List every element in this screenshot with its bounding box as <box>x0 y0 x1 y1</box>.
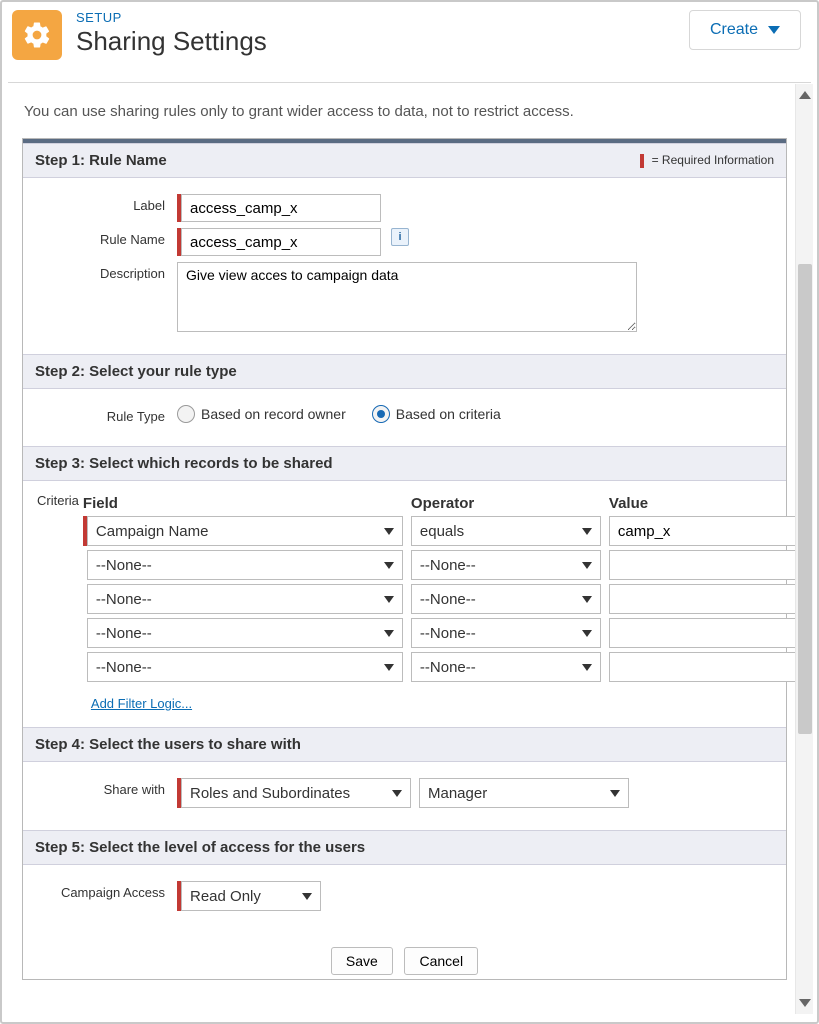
label-input[interactable] <box>181 194 381 222</box>
chevron-down-icon <box>582 596 592 603</box>
operator-select[interactable]: --None-- <box>411 584 601 614</box>
criteria-label: Criteria <box>37 491 79 711</box>
chevron-down-icon <box>302 893 312 900</box>
save-button[interactable]: Save <box>331 947 393 975</box>
step5-body: Campaign Access Read Only <box>23 865 786 933</box>
ruletype-label: Rule Type <box>37 405 177 424</box>
criteria-row: --None-- --None-- <box>83 550 811 580</box>
operator-select[interactable]: --None-- <box>411 652 601 682</box>
chevron-down-icon <box>384 630 394 637</box>
chevron-down-icon <box>384 664 394 671</box>
content-area: You can use sharing rules only to grant … <box>8 82 811 1016</box>
access-label: Campaign Access <box>37 881 177 901</box>
required-note: = Required Information <box>640 153 774 168</box>
step4-body: Share with Roles and Subordinates Manage… <box>23 762 786 830</box>
vertical-scrollbar[interactable] <box>795 84 813 1014</box>
rulename-label: Rule Name <box>37 228 177 247</box>
step2-title: Step 2: Select your rule type <box>35 363 237 380</box>
step3-body: Criteria Field Operator Value Campaign N… <box>23 481 786 727</box>
share-type-select[interactable]: Roles and Subordinates <box>181 778 411 808</box>
operator-select[interactable]: --None-- <box>411 618 601 648</box>
chevron-down-icon <box>582 528 592 535</box>
create-button-label: Create <box>710 21 758 39</box>
value-input[interactable] <box>609 550 811 580</box>
value-input[interactable] <box>609 652 811 682</box>
intro-text: You can use sharing rules only to grant … <box>24 103 785 120</box>
criteria-head: Field Operator Value <box>83 495 811 512</box>
chevron-down-icon <box>582 630 592 637</box>
field-select[interactable]: Campaign Name <box>87 516 403 546</box>
rulename-input[interactable] <box>181 228 381 256</box>
step1-header: Step 1: Rule Name = Required Information <box>23 143 786 178</box>
criteria-row: --None-- --None-- <box>83 652 811 682</box>
criteria-row: --None-- --None-- <box>83 618 811 648</box>
field-select[interactable]: --None-- <box>87 618 403 648</box>
step3-title: Step 3: Select which records to be share… <box>35 455 333 472</box>
criteria-table: Field Operator Value Campaign Name equal… <box>83 495 811 711</box>
app-frame: SETUP Sharing Settings Create You can us… <box>0 0 819 1024</box>
radio-owner[interactable]: Based on record owner <box>177 405 346 423</box>
description-label: Description <box>37 262 177 281</box>
chevron-down-icon <box>392 790 402 797</box>
radio-icon <box>177 405 195 423</box>
field-select[interactable]: --None-- <box>87 550 403 580</box>
ruletype-radio-group: Based on record owner Based on criteria <box>177 405 501 423</box>
col-field: Field <box>83 495 403 512</box>
value-input[interactable] <box>609 618 811 648</box>
create-button[interactable]: Create <box>689 10 801 50</box>
add-filter-link[interactable]: Add Filter Logic... <box>91 696 192 711</box>
required-bar-icon <box>640 154 644 168</box>
chevron-down-icon <box>384 562 394 569</box>
step5-header: Step 5: Select the level of access for t… <box>23 830 786 865</box>
header-titles: SETUP Sharing Settings <box>76 10 689 56</box>
step4-header: Step 4: Select the users to share with <box>23 727 786 762</box>
col-value: Value <box>609 495 811 512</box>
gear-icon <box>12 10 62 60</box>
chevron-down-icon <box>384 528 394 535</box>
scroll-down-icon[interactable] <box>796 992 814 1014</box>
step4-title: Step 4: Select the users to share with <box>35 736 301 753</box>
scroll-up-icon[interactable] <box>796 84 814 106</box>
value-input[interactable] <box>609 516 811 546</box>
criteria-row: --None-- --None-- <box>83 584 811 614</box>
page-header: SETUP Sharing Settings Create <box>8 8 811 76</box>
chevron-down-icon <box>582 562 592 569</box>
step1-title: Step 1: Rule Name <box>35 152 167 169</box>
operator-select[interactable]: equals <box>411 516 601 546</box>
criteria-row: Campaign Name equals <box>83 516 811 546</box>
sharewith-label: Share with <box>37 778 177 797</box>
cancel-button[interactable]: Cancel <box>404 947 478 975</box>
chevron-down-icon <box>768 26 780 34</box>
step3-header: Step 3: Select which records to be share… <box>23 446 786 481</box>
button-row: Save Cancel <box>23 933 786 979</box>
description-input[interactable] <box>177 262 637 332</box>
chevron-down-icon <box>610 790 620 797</box>
value-input[interactable] <box>609 584 811 614</box>
col-operator: Operator <box>411 495 601 512</box>
radio-criteria[interactable]: Based on criteria <box>372 405 501 423</box>
rule-panel: Step 1: Rule Name = Required Information… <box>22 138 787 980</box>
step2-header: Step 2: Select your rule type <box>23 354 786 389</box>
info-icon[interactable]: i <box>391 228 409 246</box>
scrollbar-thumb[interactable] <box>798 264 812 734</box>
step5-title: Step 5: Select the level of access for t… <box>35 839 365 856</box>
chevron-down-icon <box>384 596 394 603</box>
chevron-down-icon <box>582 664 592 671</box>
access-select[interactable]: Read Only <box>181 881 321 911</box>
field-select[interactable]: --None-- <box>87 652 403 682</box>
step1-body: Label Rule Name i Description <box>23 178 786 354</box>
share-value-select[interactable]: Manager <box>419 778 629 808</box>
radio-icon <box>372 405 390 423</box>
breadcrumb: SETUP <box>76 10 689 25</box>
page-title: Sharing Settings <box>76 27 689 56</box>
step2-body: Rule Type Based on record owner Based on… <box>23 389 786 446</box>
field-select[interactable]: --None-- <box>87 584 403 614</box>
operator-select[interactable]: --None-- <box>411 550 601 580</box>
label-label: Label <box>37 194 177 213</box>
